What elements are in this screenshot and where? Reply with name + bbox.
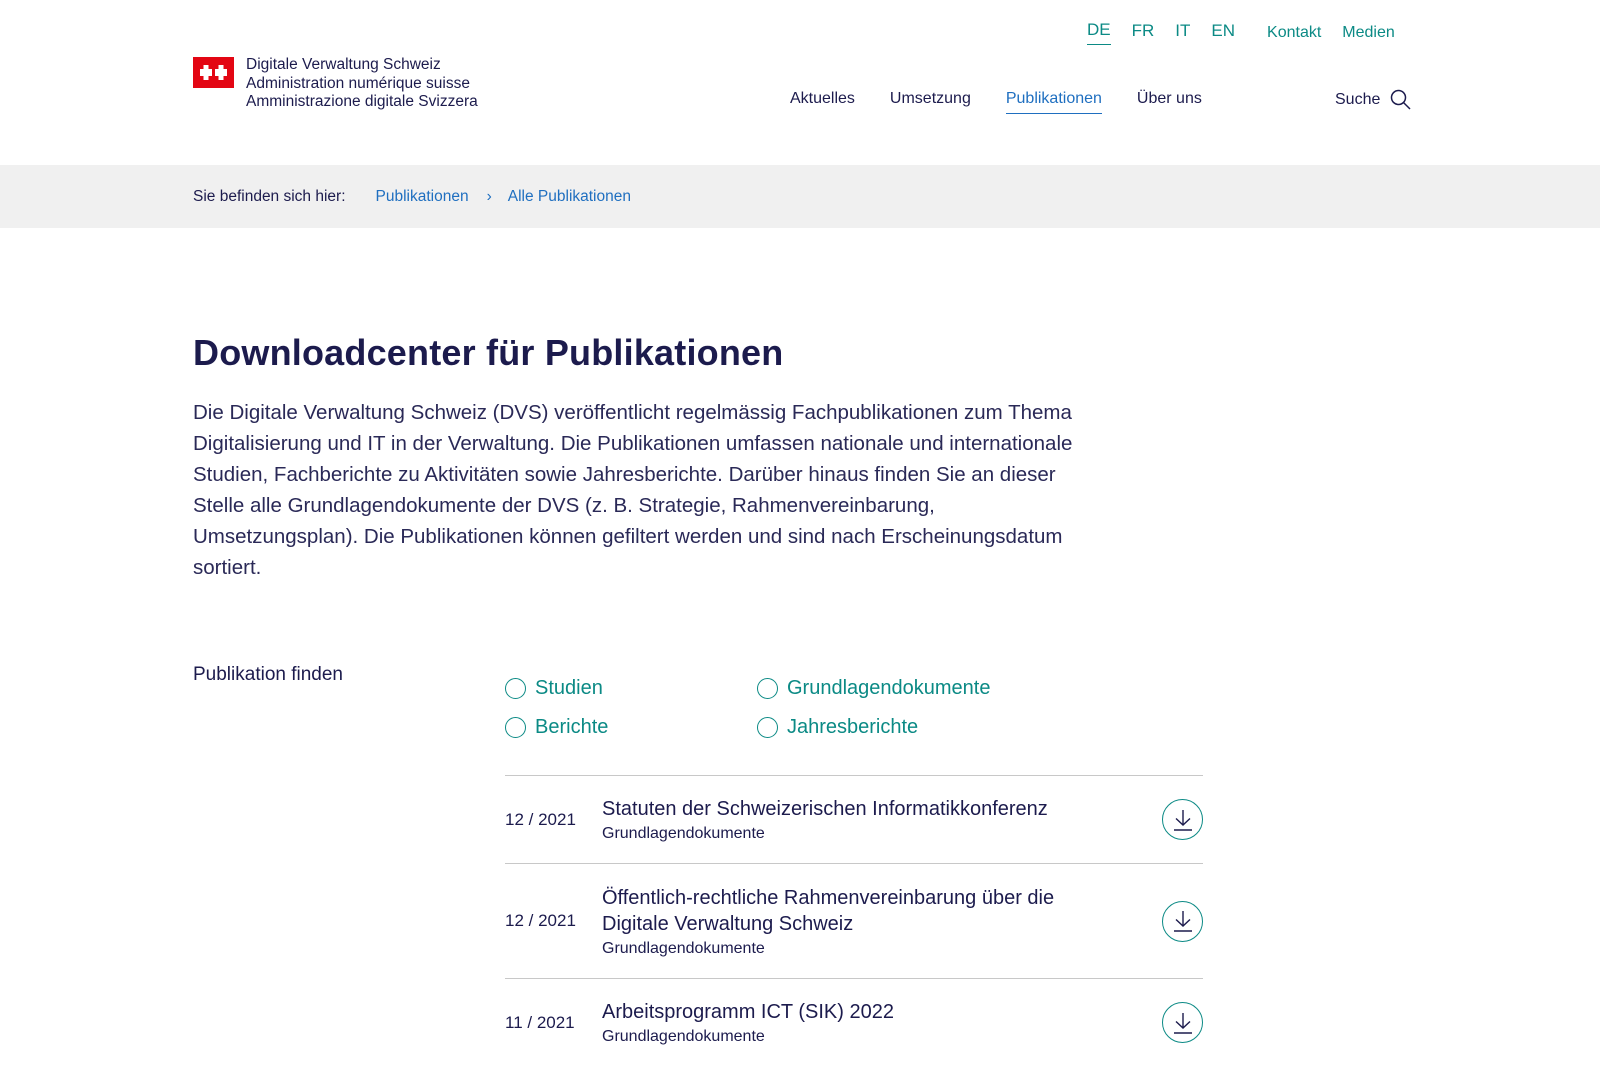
filter-label-grundlagendokumente: Grundlagendokumente [787,677,991,699]
download-icon [1173,911,1192,932]
publication-text: Arbeitsprogramm ICT (SIK) 2022 Grundlage… [602,999,1162,1046]
filter-label-jahresberichte: Jahresberichte [787,716,919,738]
publication-category: Grundlagendokumente [602,939,765,957]
swiss-flag-icon [193,57,234,88]
filter-label-studien: Studien [535,677,603,699]
publication-title[interactable]: Arbeitsprogramm ICT (SIK) 2022 [602,999,1162,1025]
radio-circle-icon[interactable] [505,677,526,699]
filter-studien[interactable]: Studien [505,677,757,699]
breadcrumb-publikationen[interactable]: Publikationen [376,188,469,206]
publication-category: Grundlagendokumente [602,1028,765,1045]
logo-line-fr: Administration numérique suisse [246,74,470,92]
download-button[interactable] [1162,1002,1203,1043]
publication-row[interactable]: 11 / 2021 Arbeitsprogramm ICT (SIK) 2022… [505,978,1203,1066]
publication-date: 12 / 2021 [505,809,576,829]
breadcrumb-alle-publikationen[interactable]: Alle Publikationen [508,188,631,206]
radio-circle-icon[interactable] [757,677,778,699]
download-button[interactable] [1162,799,1203,840]
kontakt-link[interactable]: Kontakt [1267,24,1321,42]
chevron-right-icon: › [486,187,492,205]
download-icon [1173,1012,1192,1034]
medien-link[interactable]: Medien [1342,24,1394,42]
search-label: Suche [1335,90,1381,108]
nav-publikationen[interactable]: Publikationen [1005,90,1102,114]
nav-umsetzung[interactable]: Umsetzung [890,90,971,114]
filter-grundlagendokumente[interactable]: Grundlagendokumente [757,677,1057,699]
nav-aktuelles[interactable]: Aktuelles [790,90,855,114]
language-bar: DE FR IT EN Kontakt Medien [1087,20,1416,45]
breadcrumb-prefix: Sie befinden sich hier: [193,187,346,205]
intro-text: Die Digitale Verwaltung Schweiz (DVS) ve… [193,401,1073,579]
logo-text: Digitale Verwaltung Schweiz Administrati… [246,56,478,112]
publication-text: Öffentlich-rechtliche Rahmenvereinbarung… [602,885,1162,958]
nav-ueber-uns[interactable]: Über uns [1137,90,1202,114]
publication-list: 12 / 2021 Statuten der Schweizerischen I… [505,775,1203,1066]
filter-jahresberichte[interactable]: Jahresberichte [757,716,1057,738]
lang-de[interactable]: DE [1087,20,1111,45]
publication-title[interactable]: Öffentlich-rechtliche Rahmenvereinbarung… [602,885,1082,937]
lang-en[interactable]: EN [1211,21,1235,45]
search-icon [1391,89,1411,110]
site-header: DE FR IT EN Kontakt Medien Digitale Verw… [0,0,1600,165]
lang-it[interactable]: IT [1175,21,1190,45]
site-logo[interactable]: Digitale Verwaltung Schweiz Administrati… [193,56,478,112]
main-navigation: Aktuelles Umsetzung Publikationen Über u… [790,90,1237,114]
download-button[interactable] [1162,900,1203,942]
download-icon [1173,809,1192,831]
publication-date: 12 / 2021 [505,911,576,930]
logo-line-de: Digitale Verwaltung Schweiz [246,56,441,73]
publication-text: Statuten der Schweizerischen Informatikk… [602,796,1162,843]
publication-title[interactable]: Statuten der Schweizerischen Informatikk… [602,796,1162,822]
publication-category: Grundlagendokumente [602,825,765,842]
publication-row[interactable]: 12 / 2021 Öffentlich-rechtliche Rahmenve… [505,863,1203,978]
search-button[interactable]: Suche [1335,89,1411,110]
publication-row[interactable]: 12 / 2021 Statuten der Schweizerischen I… [505,775,1203,863]
page-title: Downloadcenter für Publikationen [193,332,784,373]
radio-circle-icon[interactable] [757,716,778,738]
filter-group: Studien Grundlagendokumente Berichte Jah… [505,677,1065,738]
lang-fr[interactable]: FR [1132,21,1155,45]
logo-line-it: Amministrazione digitale Svizzera [246,93,478,110]
filter-label: Publikation finden [193,664,343,685]
breadcrumb: Sie befinden sich hier: Publikationen › … [0,165,1600,228]
filter-label-berichte: Berichte [535,716,609,738]
filter-berichte[interactable]: Berichte [505,716,757,738]
radio-circle-icon[interactable] [505,716,526,738]
publication-date: 11 / 2021 [505,1012,575,1032]
